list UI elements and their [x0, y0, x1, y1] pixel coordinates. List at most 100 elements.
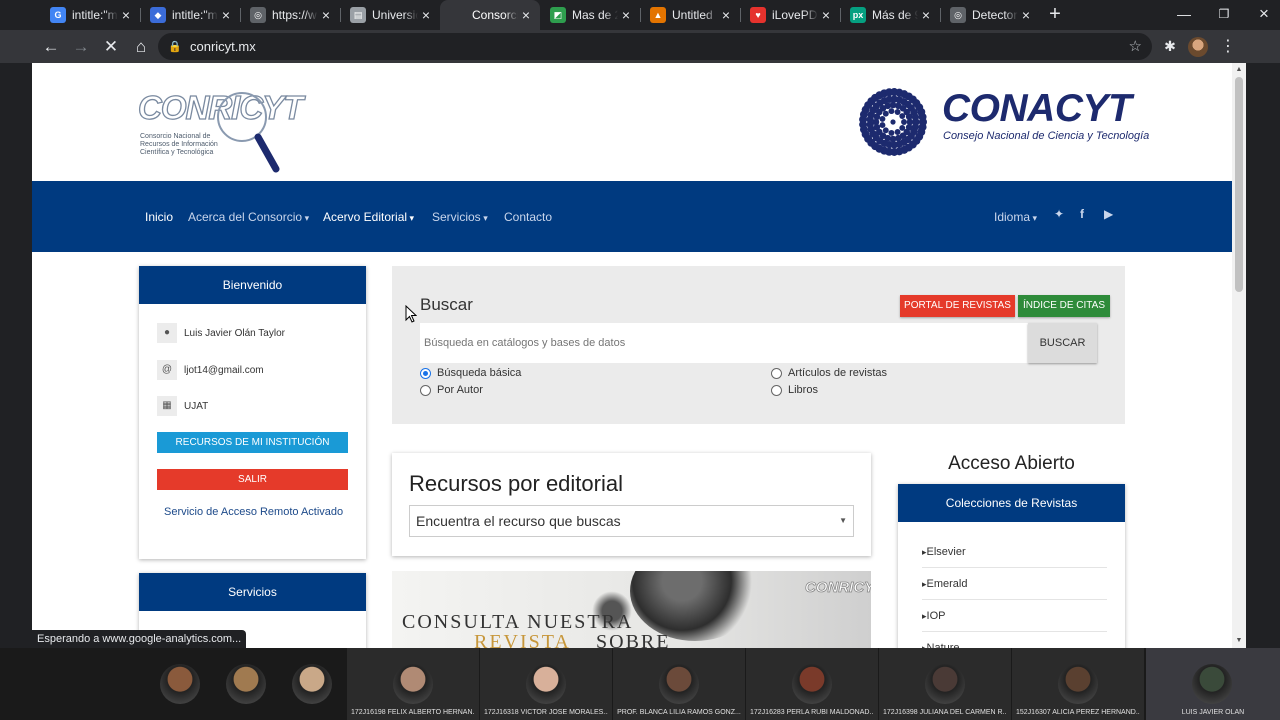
bookmark-star-icon[interactable]: ☆ — [1129, 37, 1142, 55]
tab-close-icon[interactable]: × — [918, 7, 934, 23]
tab-close-icon[interactable]: × — [418, 7, 434, 23]
nav-acervo[interactable]: Acervo Editorial — [323, 210, 414, 224]
email-row: @ ljot14@gmail.com — [157, 360, 264, 380]
participant-tile[interactable]: LUIS JAVIER OLAN — [1146, 648, 1280, 720]
restore-icon[interactable]: ❐ — [1204, 0, 1244, 30]
magnifier-icon — [217, 92, 280, 173]
browser-tab[interactable]: ▤ Universid × — [340, 0, 440, 30]
collection-elsevier[interactable]: Elsevier — [922, 536, 1107, 568]
scroll-up-icon[interactable]: ▲ — [1232, 63, 1246, 77]
heart-icon: ♥ — [750, 7, 766, 23]
profile-avatar[interactable] — [1188, 37, 1208, 57]
revista-banner[interactable]: CONSULTA NUESTRA REVISTA SOBRE CONRICYT — [392, 571, 871, 648]
welcome-title: Bienvenido — [139, 266, 366, 304]
collection-emerald[interactable]: Emerald — [922, 568, 1107, 600]
page-viewport: CONRICYT Consorcio Nacional de Recursos … — [32, 63, 1246, 648]
tab-close-icon[interactable]: × — [1018, 7, 1034, 23]
recursos-card: Recursos por editorial Encuentra el recu… — [392, 453, 871, 556]
tab-close-icon[interactable]: × — [118, 7, 134, 23]
tab-close-icon[interactable]: × — [218, 7, 234, 23]
search-button[interactable]: BUSCAR — [1028, 323, 1097, 363]
nav-inicio[interactable]: Inicio — [145, 210, 173, 224]
radio-articulos[interactable]: Artículos de revistas — [771, 367, 887, 379]
tab-title: https://w — [272, 8, 317, 22]
remote-access-link[interactable]: Servicio de Acceso Remoto Activado — [164, 504, 344, 521]
facebook-icon[interactable]: f — [1080, 207, 1084, 221]
youtube-icon[interactable]: ▶ — [1104, 207, 1113, 221]
tab-close-icon[interactable]: × — [718, 7, 734, 23]
indice-citas-button[interactable]: ÍNDICE DE CITAS — [1018, 295, 1110, 317]
participant-tile[interactable] — [160, 664, 200, 704]
search-input[interactable] — [420, 323, 1028, 363]
tab-close-icon[interactable]: × — [818, 7, 834, 23]
browser-toolbar: ← → ✕ ⌂ 🔒 conricyt.mx ☆ — [0, 30, 1280, 63]
back-icon[interactable]: ← — [36, 32, 66, 62]
tab-close-icon[interactable]: × — [318, 7, 334, 23]
address-bar[interactable]: 🔒 conricyt.mx ☆ — [158, 33, 1152, 60]
lock-icon: 🔒 — [168, 41, 182, 53]
participant-tile[interactable]: PROF. BLANCA LILIA RAMOS GONZ... — [613, 648, 745, 720]
tab-title: Más de 9 — [872, 8, 918, 22]
browser-tab[interactable]: ◎ Detector × — [940, 0, 1040, 30]
page-scrollbar[interactable]: ▲ ▼ — [1232, 63, 1246, 648]
browser-tab[interactable]: ◎ https://w × — [240, 0, 340, 30]
browser-tab[interactable]: ♥ iLovePDF× — [740, 0, 840, 30]
acceso-abierto-title: Acceso Abierto — [948, 453, 1075, 474]
collection-nature[interactable]: Nature — [922, 632, 1107, 648]
browser-tab[interactable]: Consorci × — [440, 0, 540, 30]
recursos-select[interactable]: Encuentra el recurso que buscas ▼ — [409, 505, 854, 537]
user-email: ljot14@gmail.com — [184, 364, 264, 376]
browser-tab[interactable]: px Más de 9 × — [840, 0, 940, 30]
menu-kebab-icon[interactable]: ⋮ — [1214, 30, 1242, 63]
participant-tile[interactable]: 172J16198 FÉLIX ALBERTO HERNÁN... — [347, 648, 479, 720]
browser-tab[interactable]: ◩ Mas de 2 × — [540, 0, 640, 30]
participant-tile[interactable]: 172J16318 VICTOR JOSÉ MORALES... — [480, 648, 612, 720]
forward-icon[interactable]: → — [66, 32, 96, 62]
tab-close-icon[interactable]: × — [618, 7, 634, 23]
banner-mini-logo: CONRICYT — [805, 579, 871, 597]
tab-title: Universid — [372, 8, 418, 22]
tab-title: Mas de 2 — [572, 8, 618, 22]
conricyt-logo[interactable]: CONRICYT Consorcio Nacional de Recursos … — [137, 75, 304, 173]
document-icon: ▤ — [350, 7, 366, 23]
nav-contacto[interactable]: Contacto — [504, 210, 552, 224]
new-tab-icon[interactable]: + — [1040, 0, 1070, 30]
status-bar: Esperando a www.google-analytics.com... — [32, 630, 247, 648]
collection-iop[interactable]: IOP — [922, 600, 1107, 632]
twitter-icon[interactable]: ✦ — [1054, 207, 1064, 221]
scroll-down-icon[interactable]: ▼ — [1232, 634, 1246, 648]
browser-tab[interactable]: Gintitle:"m × — [40, 0, 140, 30]
stop-loading-icon[interactable]: ✕ — [96, 32, 126, 62]
participant-avatar — [792, 664, 832, 704]
tab-close-icon[interactable]: × — [518, 7, 534, 23]
conacyt-logo[interactable]: CONACYT Consejo Nacional de Ciencia y Te… — [850, 79, 1149, 165]
scroll-thumb[interactable] — [1235, 77, 1243, 292]
px-icon: px — [850, 7, 866, 23]
close-window-icon[interactable]: × — [1244, 0, 1280, 30]
home-icon[interactable]: ⌂ — [126, 32, 156, 62]
participant-avatar — [526, 664, 566, 704]
radio-libros[interactable]: Libros — [771, 384, 818, 396]
browser-tab[interactable]: ▲ Untitled × — [640, 0, 740, 30]
logout-button[interactable]: SALIR — [157, 469, 348, 490]
participant-avatar — [1192, 664, 1232, 704]
portal-revistas-button[interactable]: PORTAL DE REVISTAS — [900, 295, 1015, 317]
participant-tile[interactable] — [226, 664, 266, 704]
participant-tile[interactable] — [292, 664, 332, 704]
extensions-icon[interactable]: ✱ — [1156, 30, 1184, 63]
radio-por-autor[interactable]: Por Autor — [420, 384, 483, 396]
radio-busqueda-basica[interactable]: Búsqueda básica — [420, 367, 521, 379]
nav-acerca[interactable]: Acerca del Consorcio — [188, 210, 309, 224]
colecciones-title: Colecciones de Revistas — [898, 484, 1125, 522]
resources-button[interactable]: RECURSOS DE MI INSTITUCIÓN — [157, 432, 348, 453]
participant-tile[interactable]: 172J16283 PERLA RUBÍ MALDONAD... — [746, 648, 878, 720]
conricyt-icon — [450, 7, 466, 23]
nav-idioma[interactable]: Idioma — [994, 210, 1037, 224]
participant-tile[interactable]: 172J16398 JULIANA DEL CARMEN R... — [879, 648, 1011, 720]
tab-title: iLovePDF — [772, 8, 818, 22]
browser-tab[interactable]: ◆ intitle:"m × — [140, 0, 240, 30]
minimize-icon[interactable]: — — [1164, 0, 1204, 30]
participant-name: 172J16283 PERLA RUBÍ MALDONAD... — [750, 709, 874, 716]
participant-tile[interactable]: 152J16307 ALICIA PÉREZ HERNÁND... — [1012, 648, 1144, 720]
nav-servicios[interactable]: Servicios — [432, 210, 488, 224]
